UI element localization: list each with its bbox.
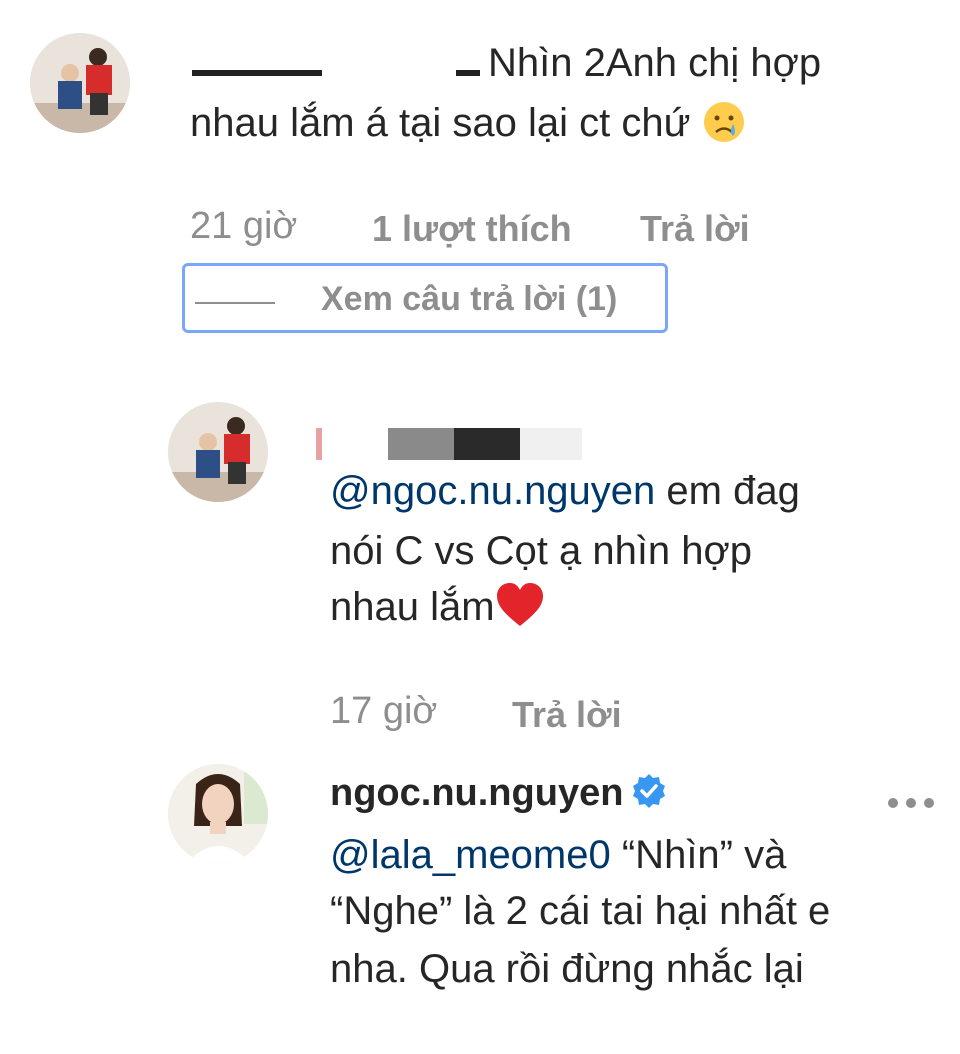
crying-face-icon [702,100,746,160]
view-replies-label: Xem câu trả lời (1) [321,280,618,318]
comment-text: nha. Qua rồi đừng nhắc lại [330,947,804,991]
comment-time: 21 giờ [190,205,298,247]
mention-link[interactable]: @ngoc.nu.nguyen [330,469,655,513]
redacted-username [454,428,520,460]
redacted-username [520,428,582,460]
comment-text-line: nhau lắm [330,585,495,629]
comment-time: 17 giờ [330,690,438,732]
username-label: ngoc.nu.nguyen [330,772,624,814]
comment-text: @ngoc.nu.nguyen em đag [330,462,800,520]
comment-text: @lala_meome0 “Nhìn” và [330,826,786,884]
username[interactable]: ngoc.nu.nguyen [330,772,667,815]
verified-badge-icon [631,773,667,809]
comment-text-line: nhau lắm á tại sao lại ct chứ [190,101,691,145]
comment-text: nhau lắm [330,578,545,644]
reply-button[interactable]: Trả lời [512,694,622,736]
redacted-username [192,70,322,76]
comment-text-line: em đag [655,469,800,513]
mention-link[interactable]: @lala_meome0 [330,833,611,877]
avatar[interactable] [168,764,268,864]
redacted-username [316,428,322,460]
view-replies-button[interactable]: Xem câu trả lời (1) [182,263,668,333]
comment-text: nhau lắm á tại sao lại ct chứ [190,94,746,160]
redacted-username [388,428,454,460]
redacted-username [456,70,480,76]
comment-text: nói C vs Cọt ạ nhìn hợp [330,529,753,573]
divider [195,302,275,304]
likes-count[interactable]: 1 lượt thích [372,208,572,250]
comment-text: Nhìn 2Anh chị hợp [488,41,822,85]
comment-text: “Nghe” là 2 cái tai hại nhất e [330,889,831,933]
reply-button[interactable]: Trả lời [640,208,750,250]
comment-text-line: “Nhìn” và [610,833,787,877]
avatar[interactable] [30,33,130,133]
red-heart-icon [495,582,545,644]
more-options-icon[interactable] [888,798,934,808]
avatar[interactable] [168,402,268,502]
